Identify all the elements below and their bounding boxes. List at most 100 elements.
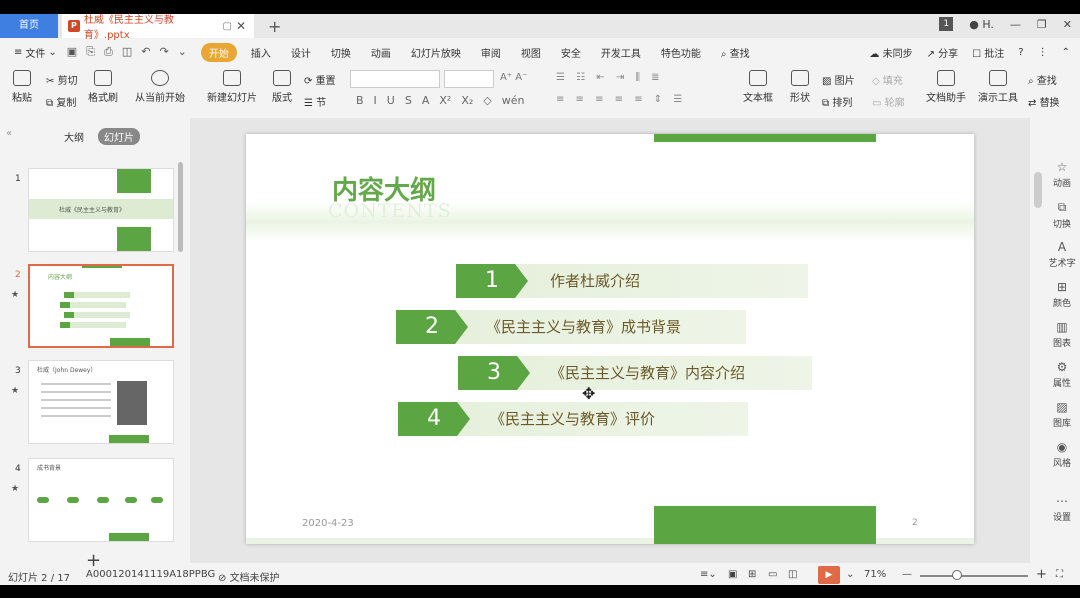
picture-button[interactable]: ▨ 图片 [822, 72, 855, 87]
slide-thumbnail-3[interactable]: 杜威（John Dewey） [28, 360, 174, 444]
sidebar-animation[interactable]: ☆ 动画 [1044, 160, 1080, 189]
phonetic-button[interactable]: wén [502, 94, 525, 107]
tab-count-badge[interactable]: 1 [939, 17, 954, 31]
doc-helper-button[interactable]: 文档助手 [926, 70, 966, 104]
document-tab[interactable]: P 杜威《民主主义与教育》.pptx ▢ ✕ [62, 14, 254, 41]
slide-thumbnail-4[interactable]: 成书背景 [28, 458, 174, 542]
protection-status[interactable]: ⊘ 文档未保护 [218, 569, 280, 584]
minimize-icon[interactable]: — [1010, 18, 1021, 31]
undo-history-icon[interactable]: ⎘ [86, 45, 95, 59]
find-button[interactable]: ⌕ 查找 [1028, 72, 1057, 87]
customize-icon[interactable]: ⌄ [178, 45, 187, 59]
sidebar-properties[interactable]: ⚙ 属性 [1044, 360, 1080, 389]
sidebar-style[interactable]: ◉ 风格 [1044, 440, 1080, 469]
outline-item-2[interactable]: 2 《民主主义与教育》成书背景 [396, 310, 748, 344]
new-slide-button[interactable]: 新建幻灯片 [204, 70, 260, 104]
tab-slides[interactable]: 幻灯片 [98, 128, 140, 145]
help-icon[interactable]: ? [1018, 47, 1023, 58]
menu-features[interactable]: 特色功能 [651, 45, 711, 60]
shape-button[interactable]: 形状 [786, 70, 814, 104]
layout-button[interactable]: 版式 [268, 70, 296, 104]
reset-button[interactable]: ⟳ 重置 [304, 72, 336, 87]
save-icon[interactable]: ▣ [67, 45, 77, 59]
textbox-button[interactable]: 文本框 [742, 70, 774, 104]
canvas-scrollbar[interactable] [1032, 118, 1044, 563]
section-button[interactable]: ☰ 节 [304, 94, 326, 109]
slideshow-view-icon[interactable]: ◫ [788, 569, 797, 580]
slide-thumbnail-2[interactable]: 内容大纲 [28, 264, 174, 348]
notes-icon[interactable]: ≡⌄ [700, 569, 717, 580]
tab-outline[interactable]: 大纲 [58, 128, 90, 145]
sidebar-wordart[interactable]: A 艺术字 [1044, 240, 1080, 269]
outline-item-3[interactable]: 3 《民主主义与教育》内容介绍 [458, 356, 812, 390]
paste-button[interactable]: 粘贴 [10, 70, 34, 104]
normal-view-icon[interactable]: ▣ [728, 569, 737, 580]
sorter-view-icon[interactable]: ⊞ [748, 569, 756, 580]
font-color-button[interactable]: A [422, 94, 430, 107]
fill-button[interactable]: ◇ 填充 [872, 72, 903, 87]
underline-button[interactable]: U [387, 94, 395, 107]
user-avatar[interactable]: ● H. [969, 18, 994, 31]
current-slide[interactable]: CONTENTS 内容大纲 1 作者杜威介绍 2 《民主主义与教育》成书背景 3… [246, 134, 974, 544]
menu-view[interactable]: 视图 [511, 45, 551, 60]
preview-icon[interactable]: ◫ [122, 45, 132, 59]
paragraph-row-1[interactable]: ☰ ☷ ⇤ ⇥ ⫼ ≣ [556, 72, 664, 83]
outline-button[interactable]: ▭ 轮廓 [872, 94, 905, 109]
subscript-button[interactable]: X₂ [461, 94, 473, 107]
copy-button[interactable]: ⧉ 复制 [46, 94, 76, 109]
restore-icon[interactable]: ❐ [1037, 18, 1047, 31]
play-options-icon[interactable]: ⌄ [846, 569, 854, 580]
new-tab-button[interactable]: + [268, 17, 281, 36]
print-icon[interactable]: ⎙ [104, 45, 113, 59]
comment-button[interactable]: ☐ 批注 [972, 45, 1004, 60]
cut-button[interactable]: ✂ 剪切 [46, 72, 78, 87]
arrange-button[interactable]: ⧉ 排列 [822, 94, 852, 109]
strike-button[interactable]: S [405, 94, 412, 107]
menu-animation[interactable]: 动画 [361, 45, 401, 60]
menu-review[interactable]: 审阅 [471, 45, 511, 60]
tab-pin-icon[interactable]: ▢ [222, 21, 231, 32]
fit-window-icon[interactable]: ⛶ [1056, 569, 1063, 580]
menu-home[interactable]: 开始 [200, 42, 237, 62]
slide-title[interactable]: 内容大纲 [332, 170, 436, 207]
format-painter-button[interactable]: 格式刷 [88, 70, 118, 104]
sidebar-chart[interactable]: ▥ 图表 [1044, 320, 1080, 349]
menu-search[interactable]: ⌕ 查找 [711, 45, 760, 60]
font-grow-shrink[interactable]: A⁺ A⁻ [500, 72, 527, 83]
share-button[interactable]: ↗ 分享 [927, 45, 959, 60]
zoom-in-icon[interactable]: + [1036, 567, 1047, 582]
menu-developer[interactable]: 开发工具 [591, 45, 651, 60]
redo-icon[interactable]: ↷ [159, 45, 168, 59]
italic-button[interactable]: I [374, 94, 377, 107]
file-menu[interactable]: ≡ 文件 ⌄ [0, 45, 57, 60]
sidebar-transition[interactable]: ⧉ 切换 [1044, 200, 1080, 230]
sync-button[interactable]: ☁ 未同步 [869, 45, 912, 60]
present-tools-button[interactable]: 演示工具 [974, 70, 1022, 104]
reading-view-icon[interactable]: ▭ [768, 569, 777, 580]
template-id[interactable]: A000120141119A18PPBG [86, 569, 215, 580]
sidebar-gallery[interactable]: ▨ 图库 [1044, 400, 1080, 429]
clear-format-button[interactable]: ◇ [483, 94, 491, 107]
slide-thumbnail-1[interactable]: 杜威《民主主义与教育》 [28, 168, 174, 252]
from-current-button[interactable]: 从当前开始 [132, 70, 188, 104]
sidebar-color[interactable]: ⊞ 颜色 [1044, 280, 1080, 309]
more-icon[interactable]: ⋮ [1038, 47, 1048, 58]
sidebar-settings[interactable]: ⋯ 设置 [1044, 494, 1080, 523]
close-window-icon[interactable]: ✕ [1063, 18, 1072, 31]
outline-item-4[interactable]: 4 《民主主义与教育》评价 [398, 402, 750, 436]
menu-insert[interactable]: 插入 [241, 45, 281, 60]
paragraph-row-2[interactable]: ≡ ≡ ≡ ≡ ≡ ⇕ ☰ [556, 94, 686, 105]
zoom-slider[interactable] [920, 575, 1028, 577]
panel-scrollbar[interactable] [178, 162, 183, 252]
undo-icon[interactable]: ↶ [141, 45, 150, 59]
menu-slideshow[interactable]: 幻灯片放映 [401, 45, 471, 60]
zoom-out-icon[interactable]: — [902, 569, 912, 580]
bold-button[interactable]: B [356, 94, 364, 107]
superscript-button[interactable]: X² [439, 94, 451, 107]
replace-button[interactable]: ⇄ 替换 [1028, 94, 1060, 109]
home-tab[interactable]: 首页 [0, 14, 58, 38]
zoom-slider-knob[interactable] [952, 570, 962, 580]
outline-item-1[interactable]: 1 作者杜威介绍 [456, 264, 808, 298]
menu-transition[interactable]: 切换 [321, 45, 361, 60]
zoom-level[interactable]: 71% [864, 569, 886, 580]
